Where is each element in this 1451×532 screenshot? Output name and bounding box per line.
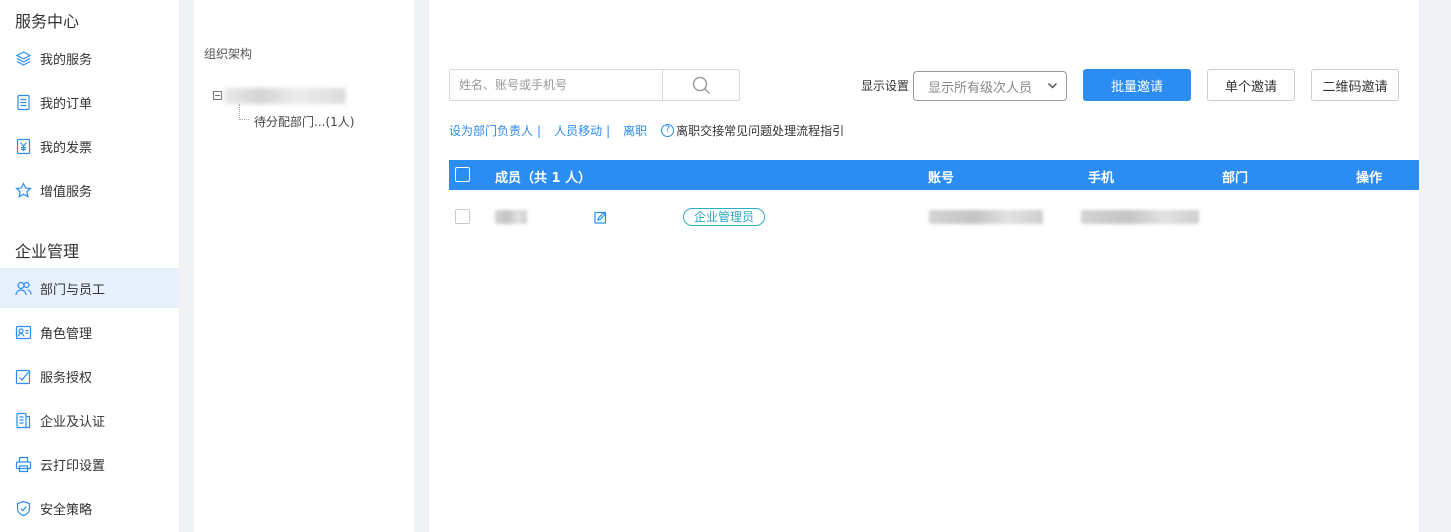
account-redacted [929, 210, 1043, 224]
batch-invite-button[interactable]: 批量邀请 [1083, 69, 1191, 101]
tree-connector-line [239, 104, 249, 120]
sidebar-item-my-orders[interactable]: 我的订单 [0, 82, 179, 122]
sidebar-item-label: 我的订单 [40, 96, 93, 112]
org-structure-panel: 组织架构 − 待分配部门...(1人) [194, 0, 414, 532]
sidebar-item-label: 云打印设置 [40, 458, 106, 474]
member-name-redacted [495, 210, 527, 224]
table-row: 企业管理员 [449, 197, 1419, 237]
sidebar-item-value-added[interactable]: 增值服务 [0, 170, 179, 210]
search-input[interactable] [450, 70, 662, 100]
tree-node-unassigned-dept[interactable]: 待分配部门...(1人) [254, 113, 354, 130]
layers-icon [15, 50, 32, 67]
role-badge: 企业管理员 [683, 208, 766, 226]
single-invite-button[interactable]: 单个邀请 [1207, 69, 1295, 101]
sidebar-item-security-policy[interactable]: 安全策略 [0, 488, 179, 528]
sidebar-item-my-invoices[interactable]: 我的发票 [0, 126, 179, 166]
sidebar-item-cloud-print[interactable]: 云打印设置 [0, 444, 179, 484]
select-all-checkbox[interactable] [455, 167, 470, 182]
printer-icon [15, 456, 32, 473]
display-settings-select[interactable]: 显示所有级次人员 [913, 71, 1067, 101]
display-settings-label: 显示设置 [861, 79, 910, 93]
qr-invite-button[interactable]: 二维码邀请 [1311, 69, 1399, 101]
column-header-department: 部门 [1222, 171, 1249, 186]
column-header-phone: 手机 [1088, 171, 1115, 186]
document-icon [15, 94, 32, 111]
invoice-icon [15, 138, 32, 155]
id-card-icon [15, 324, 32, 341]
users-icon [15, 280, 32, 297]
sidebar-group-title-service: 服务中心 [15, 12, 80, 31]
tree-collapse-toggle[interactable]: − [213, 91, 222, 100]
sidebar-item-enterprise-certification[interactable]: 企业及认证 [0, 400, 179, 440]
authorize-icon [15, 368, 32, 385]
main-content: 显示设置 显示所有级次人员 批量邀请 单个邀请 二维码邀请 设为部门负责人 | … [429, 0, 1419, 532]
edit-icon[interactable] [594, 211, 607, 228]
set-dept-head-link[interactable]: 设为部门负责人 [449, 122, 533, 139]
sidebar-item-label: 安全策略 [40, 502, 93, 518]
sidebar-item-label: 企业及认证 [40, 414, 106, 430]
column-header-operations: 操作 [1356, 171, 1383, 186]
action-separator: | [606, 123, 611, 138]
certificate-icon [15, 412, 32, 429]
column-header-member: 成员（共 1 人） [495, 171, 592, 186]
sidebar-item-label: 角色管理 [40, 326, 93, 342]
resign-link[interactable]: 离职 [623, 122, 647, 139]
action-separator: | [537, 123, 542, 138]
row-checkbox[interactable] [455, 209, 470, 224]
display-settings-value: 显示所有级次人员 [928, 80, 1033, 96]
members-table-header: 成员（共 1 人） 账号 手机 部门 操作 [449, 160, 1419, 190]
search-button[interactable] [662, 70, 739, 100]
star-icon [15, 181, 32, 199]
chevron-down-icon [1046, 79, 1059, 96]
move-member-link[interactable]: 人员移动 [554, 122, 602, 139]
search-icon [692, 76, 710, 94]
shield-icon [15, 500, 32, 517]
sidebar: 服务中心 我的服务 我的订单 我的发票 增值服务 企业管理 部门与员工 角色管理… [0, 0, 179, 532]
sidebar-item-label: 我的发票 [40, 140, 93, 156]
sidebar-group-title-enterprise: 企业管理 [15, 242, 80, 261]
sidebar-item-my-services[interactable]: 我的服务 [0, 38, 179, 78]
sidebar-item-label: 服务授权 [40, 370, 93, 386]
resign-handover-guide-link[interactable]: 离职交接常见问题处理流程指引 [676, 122, 844, 139]
search-box [449, 69, 740, 101]
sidebar-item-label: 部门与员工 [40, 282, 106, 298]
sidebar-item-role-management[interactable]: 角色管理 [0, 312, 179, 352]
column-header-account: 账号 [928, 171, 955, 186]
org-structure-title: 组织架构 [204, 47, 253, 61]
bulk-actions-row: 设为部门负责人 | 人员移动 | 离职 ? 离职交接常见问题处理流程指引 [449, 122, 844, 139]
sidebar-item-departments-employees[interactable]: 部门与员工 [0, 268, 179, 308]
sidebar-item-label: 我的服务 [40, 52, 93, 68]
help-icon: ? [661, 124, 675, 137]
sidebar-item-label: 增值服务 [40, 184, 93, 200]
tree-root-node[interactable] [224, 88, 346, 104]
sidebar-item-service-authorization[interactable]: 服务授权 [0, 356, 179, 396]
phone-redacted [1081, 210, 1199, 224]
